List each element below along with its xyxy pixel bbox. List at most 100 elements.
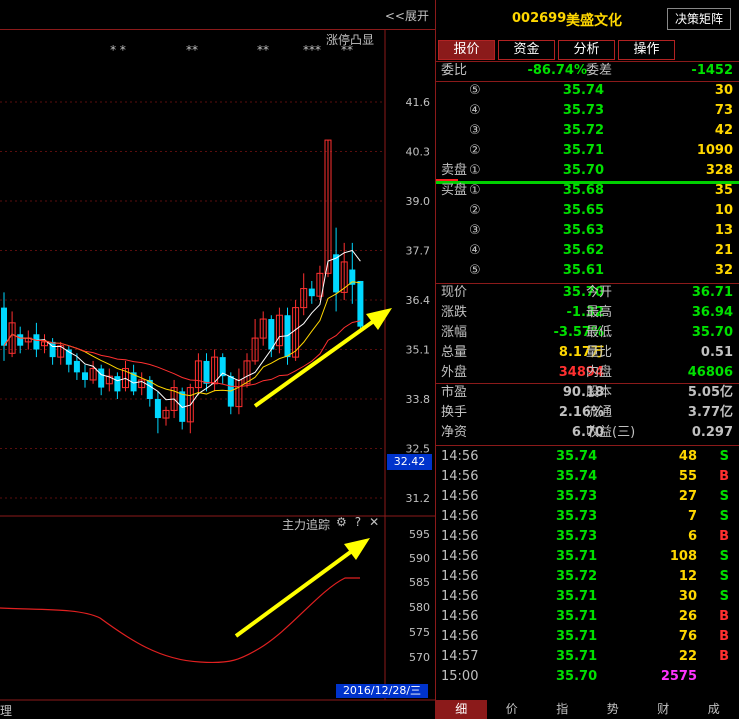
stat-label: 涨幅: [441, 325, 468, 340]
tick-volume: 12: [678, 569, 697, 584]
gear-icon[interactable]: ⚙: [336, 515, 347, 529]
tick-time: 14:56: [441, 489, 479, 504]
kline-chart-area[interactable]: 41.6 40.3 39.0 37.7 36.4 35.1 33.8 32.5 31.2 * * *…: [0, 0, 435, 719]
order-index: ①: [469, 163, 481, 178]
candle-body: [333, 254, 340, 293]
stat-label: 现价: [441, 285, 468, 300]
tick-volume: 2575: [660, 669, 697, 684]
tick-price: 35.74: [556, 469, 598, 484]
stat-label: 外盘: [441, 365, 468, 380]
price-axis-label: 41.6: [406, 96, 431, 109]
tick-direction: B: [719, 529, 729, 544]
order-index: ⑤: [469, 83, 481, 98]
sell-volume: 30: [714, 83, 733, 98]
sell-price: 35.74: [562, 83, 604, 98]
price-axis-label: 40.3: [406, 146, 431, 159]
indicator-axis-label: 580: [409, 601, 430, 614]
fundamental-label: 流通: [586, 405, 613, 420]
tick-volume: 48: [678, 449, 697, 464]
price-axis-label: 37.7: [406, 245, 431, 258]
ma5-line: [3, 249, 361, 408]
buy-volume: 13: [714, 223, 733, 238]
sell-volume: 328: [705, 163, 733, 178]
tick-price: 35.71: [556, 609, 598, 624]
stat-value: 46806: [687, 365, 733, 380]
bottom-tab-3[interactable]: 势: [588, 700, 639, 719]
tick-row: 15:00 35.70 2575: [436, 667, 739, 687]
tick-price: 35.74: [556, 449, 598, 464]
limit-up-mark: **: [186, 43, 198, 57]
buy-row: ③ 35.63 13: [436, 221, 739, 241]
order-index: ④: [469, 103, 481, 118]
stat-value: 0.51: [700, 345, 733, 360]
weicha-value: -1452: [691, 63, 733, 78]
candle-body: [33, 334, 40, 350]
fundamental-value: 0.297: [691, 425, 733, 440]
close-icon[interactable]: ✕: [369, 515, 379, 529]
expand-button[interactable]: <<展开: [385, 7, 429, 24]
tick-time: 14:56: [441, 549, 479, 564]
tick-price: 35.73: [556, 509, 598, 524]
buy-row: 买盘 ① 35.68 35: [436, 181, 739, 201]
tab-2[interactable]: 分析: [558, 40, 615, 60]
tick-direction: S: [719, 509, 729, 524]
limit-up-mark: * *: [110, 43, 126, 57]
fundamental-label: 净资: [441, 425, 468, 440]
hover-price-label: 32.42: [387, 454, 432, 470]
tick-row: 14:56 35.71 76 B: [436, 627, 739, 647]
buy-volume: 32: [714, 263, 733, 278]
stat-value: 36.94: [691, 305, 733, 320]
sell-volume: 42: [714, 123, 733, 138]
fundamental-value: 3.77亿: [687, 405, 733, 420]
indicator-arrow-head: [344, 538, 370, 560]
sell-volume: 73: [714, 103, 733, 118]
chart-topbar: [0, 0, 435, 30]
candle-body: [268, 319, 275, 350]
price-axis-label: 36.4: [406, 294, 431, 307]
tick-volume: 22: [678, 649, 697, 664]
limit-up-label: 涨停凸显: [326, 33, 375, 47]
tick-row: 14:56 35.71 108 S: [436, 547, 739, 567]
kline-chart[interactable]: 41.640.339.037.736.435.133.832.531.2* * *…: [0, 0, 435, 719]
tick-volume: 76: [678, 629, 697, 644]
decision-matrix-button[interactable]: 决策矩阵: [667, 8, 731, 30]
order-index: ④: [469, 243, 481, 258]
tick-direction: S: [719, 549, 729, 564]
tick-price: 35.72: [556, 569, 598, 584]
tab-0[interactable]: 报价: [438, 40, 495, 60]
order-index: ⑤: [469, 263, 481, 278]
fundamental-label: 换手: [441, 405, 468, 420]
indicator-axis-label: 585: [409, 576, 430, 589]
order-index: ③: [469, 223, 481, 238]
bottom-tab-0[interactable]: 细: [436, 700, 487, 719]
tick-price: 35.71: [556, 549, 598, 564]
bottom-tabs: 细价指势财成: [436, 700, 739, 719]
price-axis-label: 31.2: [406, 492, 431, 505]
stat-label: 今开: [586, 285, 613, 300]
separator: [436, 445, 739, 446]
tab-1[interactable]: 资金: [498, 40, 555, 60]
weibi-value: -86.74%: [527, 63, 587, 78]
tick-time: 14:56: [441, 629, 479, 644]
date-label: 2016/12/28/三: [336, 684, 428, 698]
price-axis-label: 39.0: [406, 195, 431, 208]
fundamental-row: 净资 6.70 收益(三) 0.297: [436, 423, 739, 443]
candle-body: [154, 399, 161, 419]
tick-direction: S: [719, 589, 729, 604]
help-icon[interactable]: ?: [355, 515, 361, 529]
tick-row: 14:56 35.71 26 B: [436, 607, 739, 627]
bottom-tab-4[interactable]: 财: [638, 700, 689, 719]
tick-row: 14:56 35.72 12 S: [436, 567, 739, 587]
candle-body: [98, 368, 105, 388]
bottom-tab-5[interactable]: 成: [689, 700, 739, 719]
fundamental-value: 5.05亿: [687, 385, 733, 400]
stat-row: 涨幅 -3.57% 最低 35.70: [436, 323, 739, 343]
tick-volume: 55: [678, 469, 697, 484]
tick-volume: 27: [678, 489, 697, 504]
bottom-tab-2[interactable]: 指: [537, 700, 588, 719]
tab-3[interactable]: 操作: [618, 40, 675, 60]
bottom-tab-1[interactable]: 价: [487, 700, 538, 719]
buy-price: 35.68: [562, 183, 604, 198]
tick-direction: S: [719, 489, 729, 504]
weibi-row: 委比 -86.74% 委差 -1452: [436, 61, 739, 81]
